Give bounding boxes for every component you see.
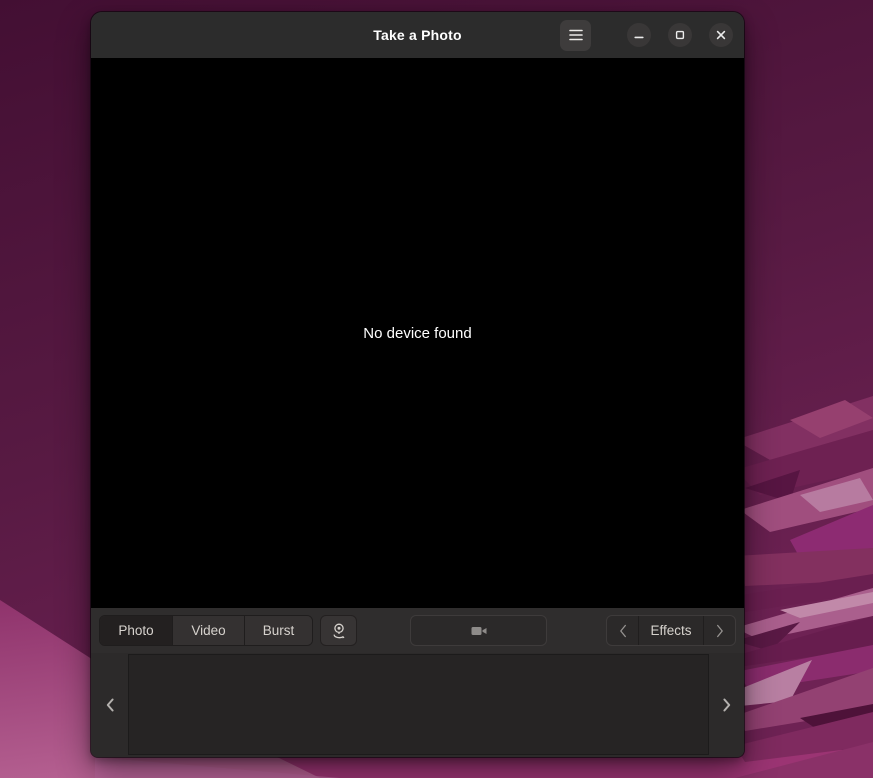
photo-gallery-strip xyxy=(91,653,744,757)
titlebar-controls xyxy=(560,12,733,58)
chevron-right-icon xyxy=(723,698,731,712)
close-icon xyxy=(716,30,726,40)
tab-photo[interactable]: Photo xyxy=(100,616,173,645)
maximize-icon xyxy=(675,30,685,40)
chevron-right-icon xyxy=(716,624,723,637)
minimize-button[interactable] xyxy=(627,23,651,47)
effects-next-button[interactable] xyxy=(703,616,735,645)
video-camera-icon xyxy=(471,626,486,635)
tab-burst[interactable]: Burst xyxy=(245,616,312,645)
desktop: Take a Photo No device found Photo Video… xyxy=(0,0,873,778)
switch-camera-button[interactable] xyxy=(320,615,357,646)
switch-camera-icon xyxy=(333,623,345,638)
gallery-next-button[interactable] xyxy=(716,694,738,716)
action-toolbar: Photo Video Burst Effects xyxy=(91,608,744,653)
capture-button[interactable] xyxy=(410,615,547,646)
close-button[interactable] xyxy=(709,23,733,47)
effects-group: Effects xyxy=(606,615,736,646)
gallery-prev-button[interactable] xyxy=(99,694,121,716)
mode-tab-group: Photo Video Burst xyxy=(99,615,313,646)
titlebar[interactable]: Take a Photo xyxy=(91,12,744,58)
hamburger-icon xyxy=(568,29,583,41)
no-device-message: No device found xyxy=(363,324,472,342)
effects-prev-button[interactable] xyxy=(607,616,639,645)
minimize-icon xyxy=(634,36,644,39)
camera-app-window: Take a Photo No device found Photo Video… xyxy=(91,12,744,757)
gallery-thumbnails-area xyxy=(128,654,709,755)
chevron-left-icon xyxy=(106,698,114,712)
maximize-button[interactable] xyxy=(668,23,692,47)
chevron-left-icon xyxy=(619,624,626,637)
menu-button[interactable] xyxy=(560,19,591,51)
camera-viewport: No device found xyxy=(91,58,744,608)
effects-button[interactable]: Effects xyxy=(639,616,703,645)
tab-video[interactable]: Video xyxy=(173,616,245,645)
